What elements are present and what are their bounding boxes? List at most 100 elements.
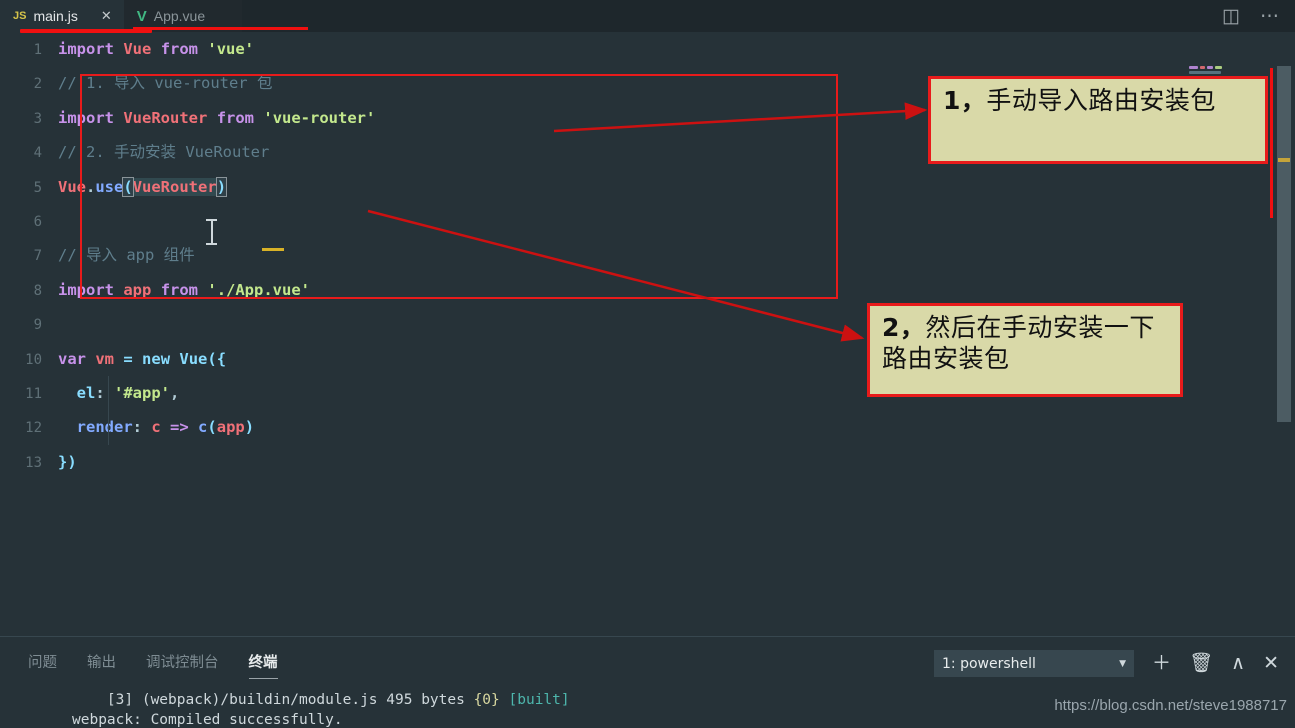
code-token: => — [170, 418, 189, 437]
annotation-box-2: 2，然后在手动安装一下路由安装包 — [867, 303, 1183, 397]
line-number: 2 — [33, 76, 42, 93]
minimap-row — [1189, 66, 1267, 69]
line-number: 13 — [25, 454, 42, 471]
watermark: https://blog.csdn.net/steve1988717 — [1054, 697, 1287, 714]
indent-guide — [108, 410, 109, 445]
annotation-marker: 2， — [882, 313, 926, 342]
tab-label: App.vue — [153, 8, 206, 24]
line-number: 3 — [33, 110, 42, 127]
code-line[interactable]: 4 // 2. 手动安装 VueRouter — [0, 135, 375, 169]
panel-tab-inactive[interactable]: 输出 — [87, 651, 116, 679]
code-line[interactable]: 9 — [0, 307, 375, 341]
more-actions-icon[interactable]: ⋯ — [1260, 5, 1279, 28]
kill-terminal-icon[interactable]: 🗑 — [1189, 654, 1213, 673]
code-token: ) — [244, 418, 255, 437]
panel-actions: 1: powershell ▼ ＋ 🗑 ∧ ✕ — [934, 650, 1279, 677]
code-token: 'vue' — [207, 40, 255, 58]
line-number: 7 — [33, 248, 42, 265]
code-token: Vue — [123, 40, 152, 58]
close-icon[interactable]: ✕ — [85, 8, 112, 24]
code-line[interactable]: 1 import Vue from 'vue' — [0, 32, 375, 66]
terminal-selector-value: 1: powershell — [942, 655, 1036, 672]
minimap-token — [1200, 66, 1205, 69]
split-editor-icon[interactable]: ◫ — [1222, 5, 1240, 28]
panel-tab-inactive[interactable]: 问题 — [28, 651, 57, 679]
code-line[interactable]: 5 Vue.use(VueRouter) — [0, 170, 375, 204]
tab-highlight-underline — [20, 27, 308, 33]
code-line[interactable]: 2 // 1. 导入 vue-router 包 — [0, 66, 375, 100]
selected-word-highlight: VueRouter — [132, 177, 217, 196]
code-line[interactable]: 3 import VueRouter from 'vue-router' — [0, 101, 376, 135]
annotation-box-1: 1，手动导入路由安装包 — [928, 76, 1268, 164]
scrollbar-marker — [1278, 158, 1290, 162]
code-token: // 1. 导入 vue-router 包 — [58, 74, 273, 93]
code-token: VueRouter — [123, 108, 208, 127]
close-panel-icon[interactable]: ✕ — [1263, 654, 1279, 673]
code-lines[interactable]: 1 import Vue from 'vue' 2 // 1. 导入 vue-rout… — [0, 32, 375, 479]
line-number: 12 — [25, 420, 42, 437]
code-token: from — [216, 108, 255, 127]
annotation-text: 手动导入路由安装包 — [986, 86, 1216, 115]
terminal-text: [3] (webpack)/buildin/module.js 495 byte… — [72, 692, 474, 708]
code-token: import — [58, 280, 114, 299]
code-token: , — [170, 383, 180, 402]
tab-main-js[interactable]: JS main.js ✕ — [0, 0, 124, 32]
code-line[interactable]: 11 el: '#app', — [0, 375, 375, 411]
code-token: use — [95, 177, 124, 196]
minimap-token — [1189, 66, 1198, 69]
new-terminal-icon[interactable]: ＋ — [1152, 654, 1171, 673]
line-number: 9 — [33, 317, 42, 334]
panel-tab-active[interactable]: 终端 — [248, 651, 278, 679]
panel-tab-inactive[interactable]: 调试控制台 — [146, 651, 219, 679]
code-line[interactable]: 6 — [0, 204, 375, 238]
code-token: = — [123, 349, 133, 368]
code-line[interactable]: 12 render: c => c(app) — [0, 410, 375, 445]
code-token: }) — [58, 452, 77, 471]
code-token: from — [160, 280, 199, 299]
code-token: from — [160, 40, 199, 58]
code-line[interactable]: 10 var vm = new Vue({ — [0, 342, 375, 376]
code-token: var — [58, 349, 86, 368]
code-line[interactable]: 13}) — [0, 445, 375, 479]
line-number: 10 — [25, 351, 42, 368]
code-token: import — [58, 108, 114, 127]
code-line[interactable]: 7 // 导入 app 组件 — [0, 238, 375, 272]
terminal-chunk-id: {0} — [473, 692, 500, 708]
maximize-panel-icon[interactable]: ∧ — [1231, 654, 1245, 673]
code-token: c — [151, 418, 161, 437]
code-token: Vue — [179, 349, 208, 368]
code-token: ({ — [207, 349, 227, 368]
tabbar-actions: ◫ ⋯ — [1222, 0, 1295, 32]
code-token: '#app' — [114, 383, 171, 402]
line-number: 8 — [33, 282, 42, 299]
minimap-token — [1206, 66, 1213, 69]
code-token: Vue — [58, 177, 86, 196]
code-token: : — [95, 383, 115, 402]
terminal-selector-dropdown[interactable]: 1: powershell ▼ — [934, 650, 1135, 677]
code-line[interactable]: 8 import app from './App.vue' — [0, 273, 375, 307]
code-token: 'vue-router' — [263, 108, 376, 127]
vscode-window: 导入 vue-router JS main.js ✕ V App.vue ◫ ⋯… — [0, 0, 1295, 728]
minimap-token — [1214, 66, 1222, 69]
terminal-built-tag: [built] — [508, 692, 570, 708]
code-token: new — [142, 349, 171, 368]
code-token: import — [58, 40, 114, 58]
vertical-scrollbar[interactable] — [1277, 66, 1291, 422]
bracket-match-open: ( — [122, 176, 134, 197]
code-token: el — [76, 383, 96, 402]
